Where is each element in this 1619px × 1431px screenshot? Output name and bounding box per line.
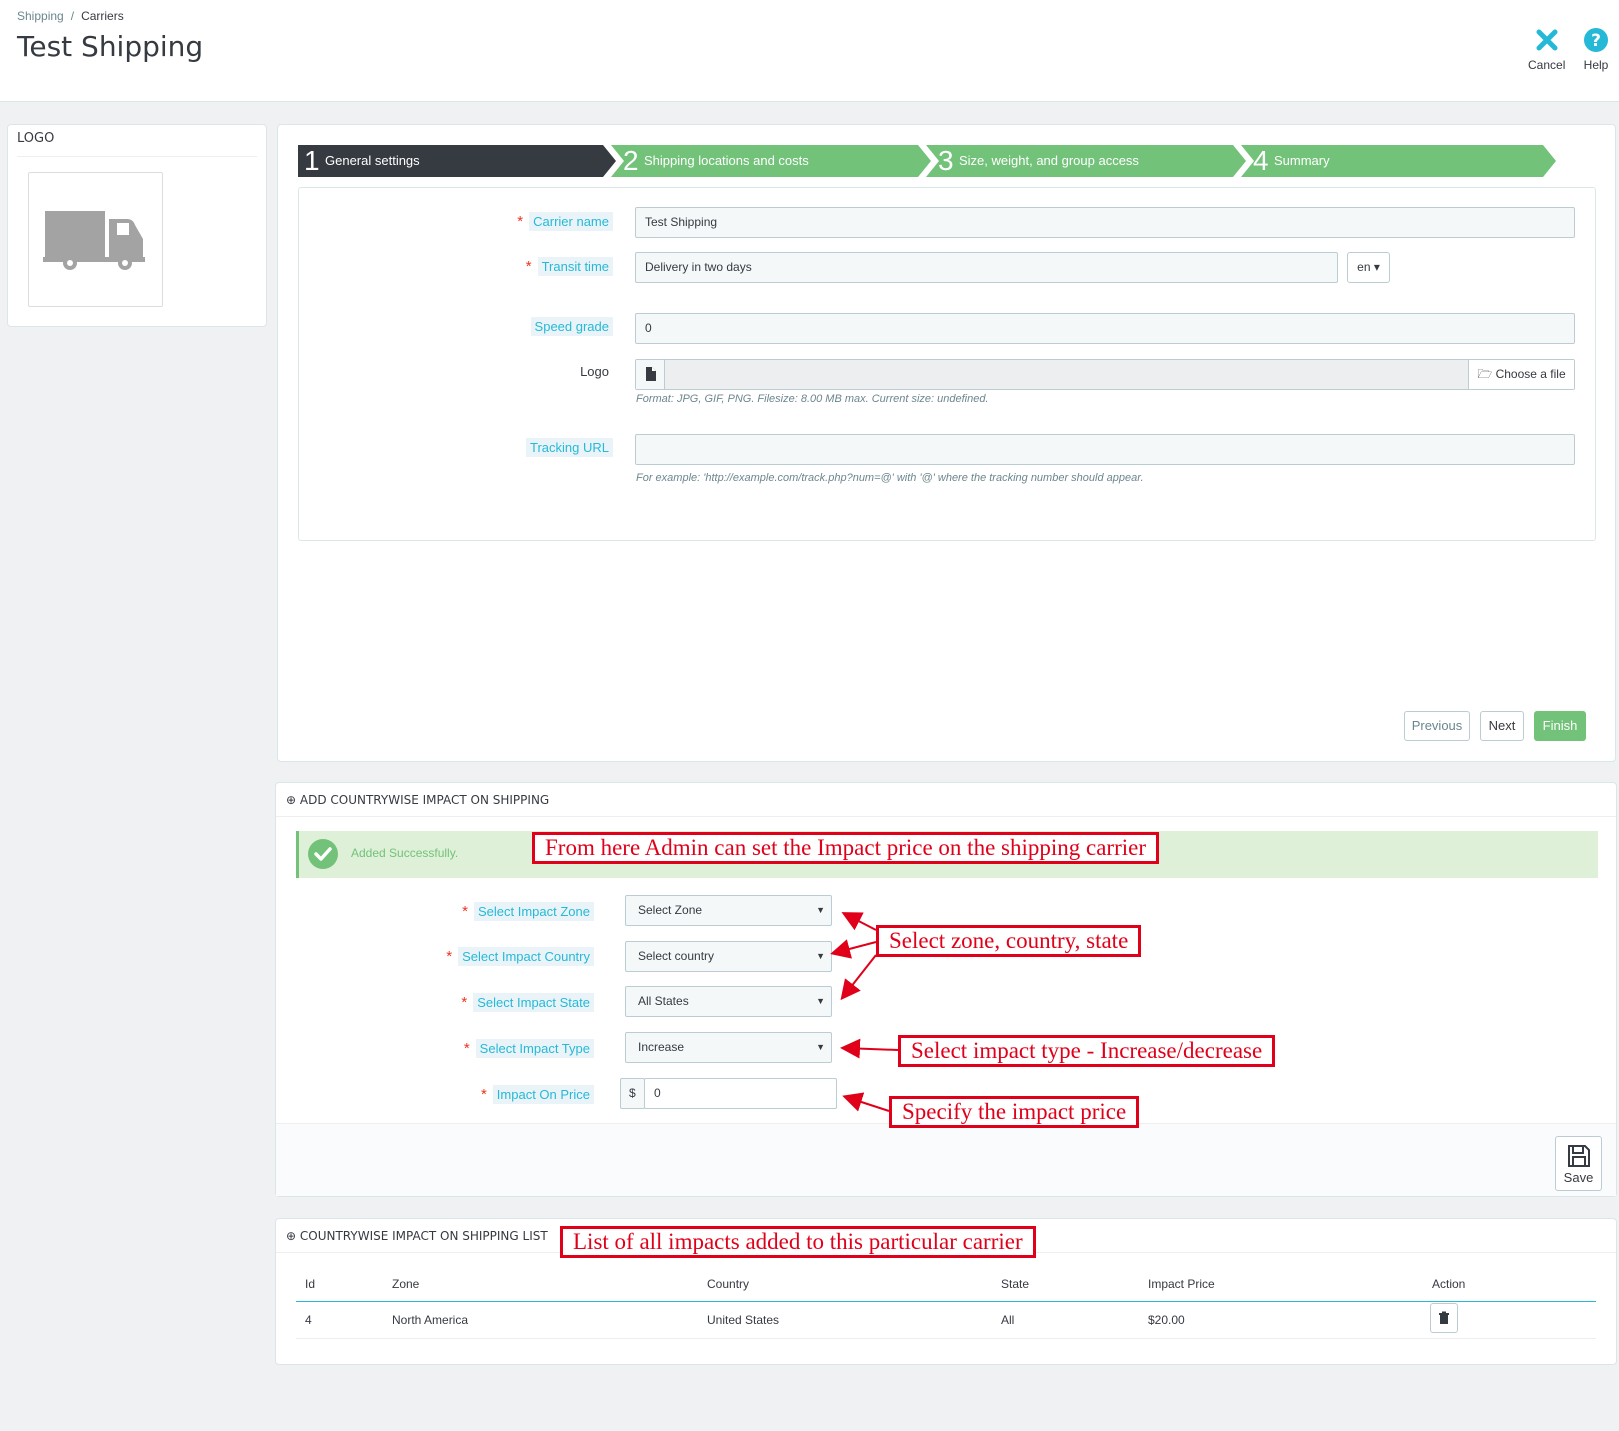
plus-circle-icon: ⊕	[286, 1229, 297, 1243]
impact-country-select[interactable]: Select country ▼	[625, 941, 832, 972]
divider	[17, 156, 257, 157]
dropdown-arrow-icon: ▼	[816, 996, 825, 1006]
tracking-url-label: Tracking URL	[526, 438, 613, 457]
help-button[interactable]: ? Help	[1582, 26, 1610, 72]
cancel-label: Cancel	[1528, 58, 1566, 72]
step-label: Shipping locations and costs	[644, 153, 809, 168]
breadcrumb: Shipping / Carriers	[17, 9, 124, 23]
page-header: Shipping / Carriers Test Shipping Cancel ?…	[0, 0, 1619, 102]
step-number: 3	[938, 145, 954, 176]
annotation-zone-note: Select zone, country, state	[876, 925, 1142, 957]
impact-type-label: * Select Impact Type	[464, 1039, 594, 1058]
impact-zone-label: * Select Impact Zone	[462, 902, 594, 921]
currency-addon: $	[620, 1078, 645, 1109]
wizard-step-general[interactable]: 1 General settings	[298, 145, 608, 177]
column-header: Zone	[392, 1277, 420, 1291]
column-header: Action	[1432, 1277, 1466, 1291]
transit-time-input[interactable]: Delivery in two days	[635, 252, 1338, 283]
help-icon: ?	[1584, 28, 1608, 52]
file-icon	[636, 360, 665, 389]
impact-state-label: * Select Impact State	[461, 993, 594, 1012]
truck-icon	[43, 211, 145, 270]
column-header: Impact Price	[1148, 1277, 1215, 1291]
carrier-name-label: * Carrier name	[517, 212, 613, 231]
annotation-price-note: Specify the impact price	[889, 1096, 1140, 1128]
panel-footer: Save	[276, 1123, 1616, 1196]
page-title: Test Shipping	[17, 30, 204, 63]
general-settings-form: * Carrier name Test Shipping * Transit tim…	[298, 187, 1596, 541]
carrier-name-input[interactable]: Test Shipping	[635, 207, 1575, 238]
carrier-wizard-panel: 1 General settings 2 Shipping locations …	[277, 124, 1616, 762]
cell-state: All	[1001, 1313, 1015, 1327]
svg-text:?: ?	[1591, 31, 1601, 51]
logo-label: Logo	[580, 364, 609, 379]
save-label: Save	[1563, 1170, 1594, 1185]
column-header: Id	[305, 1277, 316, 1291]
logo-panel-title: LOGO	[17, 131, 55, 146]
column-header: Country	[707, 1277, 750, 1291]
annotation-list-note: List of all impacts added to this partic…	[560, 1226, 1036, 1258]
breadcrumb-separator: /	[70, 9, 75, 23]
cancel-button[interactable]: Cancel	[1528, 26, 1565, 72]
logo-file-input[interactable]: 🗁 Choose a file	[635, 359, 1575, 390]
language-dropdown[interactable]: en ▾	[1347, 252, 1390, 283]
cell-zone: North America	[392, 1313, 469, 1327]
cell-country: United States	[707, 1313, 780, 1327]
cell-price: $20.00	[1148, 1313, 1185, 1327]
impact-type-select[interactable]: Increase ▼	[625, 1032, 832, 1063]
speed-grade-label: Speed grade	[530, 317, 613, 336]
impact-zone-select[interactable]: Select Zone ▼	[625, 895, 832, 926]
impact-price-input[interactable]: 0	[644, 1078, 837, 1109]
impact-state-select[interactable]: All States ▼	[625, 986, 832, 1017]
help-label: Help	[1583, 58, 1609, 72]
step-label: General settings	[325, 153, 420, 168]
transit-time-label: * Transit time	[526, 257, 613, 276]
dropdown-arrow-icon: ▼	[816, 951, 825, 961]
table-header-divider	[296, 1301, 1596, 1302]
impact-price-label: * Impact On Price	[481, 1085, 594, 1104]
breadcrumb-shipping[interactable]: Shipping	[17, 9, 64, 23]
add-impact-title: ⊕ ADD COUNTRYWISE IMPACT ON SHIPPING	[286, 793, 550, 807]
step-number: 4	[1253, 145, 1269, 176]
divider	[276, 816, 1616, 817]
annotation-type-note: Select impact type - Increase/decrease	[898, 1035, 1276, 1067]
annotation-impact-note: From here Admin can set the Impact price…	[532, 832, 1159, 864]
step-number: 2	[623, 145, 639, 176]
trash-icon	[1439, 1311, 1449, 1324]
tracking-url-hint: For example: 'http://example.com/track.p…	[636, 472, 1144, 484]
column-header: State	[1001, 1277, 1030, 1291]
save-icon	[1567, 1145, 1590, 1167]
cell-id: 4	[305, 1313, 312, 1327]
step-label: Size, weight, and group access	[959, 153, 1139, 168]
logo-panel: LOGO	[7, 124, 267, 327]
breadcrumb-carriers[interactable]: Carriers	[81, 9, 124, 23]
plus-circle-icon: ⊕	[286, 793, 297, 807]
impact-list-title: ⊕ COUNTRYWISE IMPACT ON SHIPPING LIST	[286, 1229, 548, 1243]
close-icon	[1536, 29, 1558, 51]
choose-file-button[interactable]: 🗁 Choose a file	[1468, 360, 1574, 389]
speed-grade-input[interactable]: 0	[635, 313, 1575, 344]
wizard-step-size-weight[interactable]: 3 Size, weight, and group access	[932, 145, 1232, 177]
step-number: 1	[304, 145, 320, 176]
carrier-logo-preview	[28, 172, 163, 307]
dropdown-arrow-icon: ▼	[816, 905, 825, 915]
save-button[interactable]: Save	[1555, 1136, 1602, 1191]
delete-button[interactable]	[1430, 1303, 1458, 1333]
table-row-divider	[296, 1338, 1596, 1339]
impact-country-label: * Select Impact Country	[446, 947, 594, 966]
tracking-url-input[interactable]	[635, 434, 1575, 465]
next-button[interactable]: Next	[1480, 711, 1524, 741]
wizard-step-summary[interactable]: 4 Summary	[1247, 145, 1537, 177]
finish-button[interactable]: Finish	[1534, 711, 1586, 741]
wizard-steps: 1 General settings 2 Shipping locations …	[298, 145, 1598, 177]
previous-button[interactable]: Previous	[1404, 711, 1470, 741]
dropdown-arrow-icon: ▼	[816, 1042, 825, 1052]
success-message: Added Successfully.	[351, 846, 459, 860]
wizard-step-locations[interactable]: 2 Shipping locations and costs	[617, 145, 917, 177]
step-label: Summary	[1274, 153, 1330, 168]
folder-open-icon: 🗁	[1477, 367, 1493, 381]
logo-hint: Format: JPG, GIF, PNG. Filesize: 8.00 MB…	[636, 393, 989, 405]
check-circle-icon	[308, 839, 338, 869]
